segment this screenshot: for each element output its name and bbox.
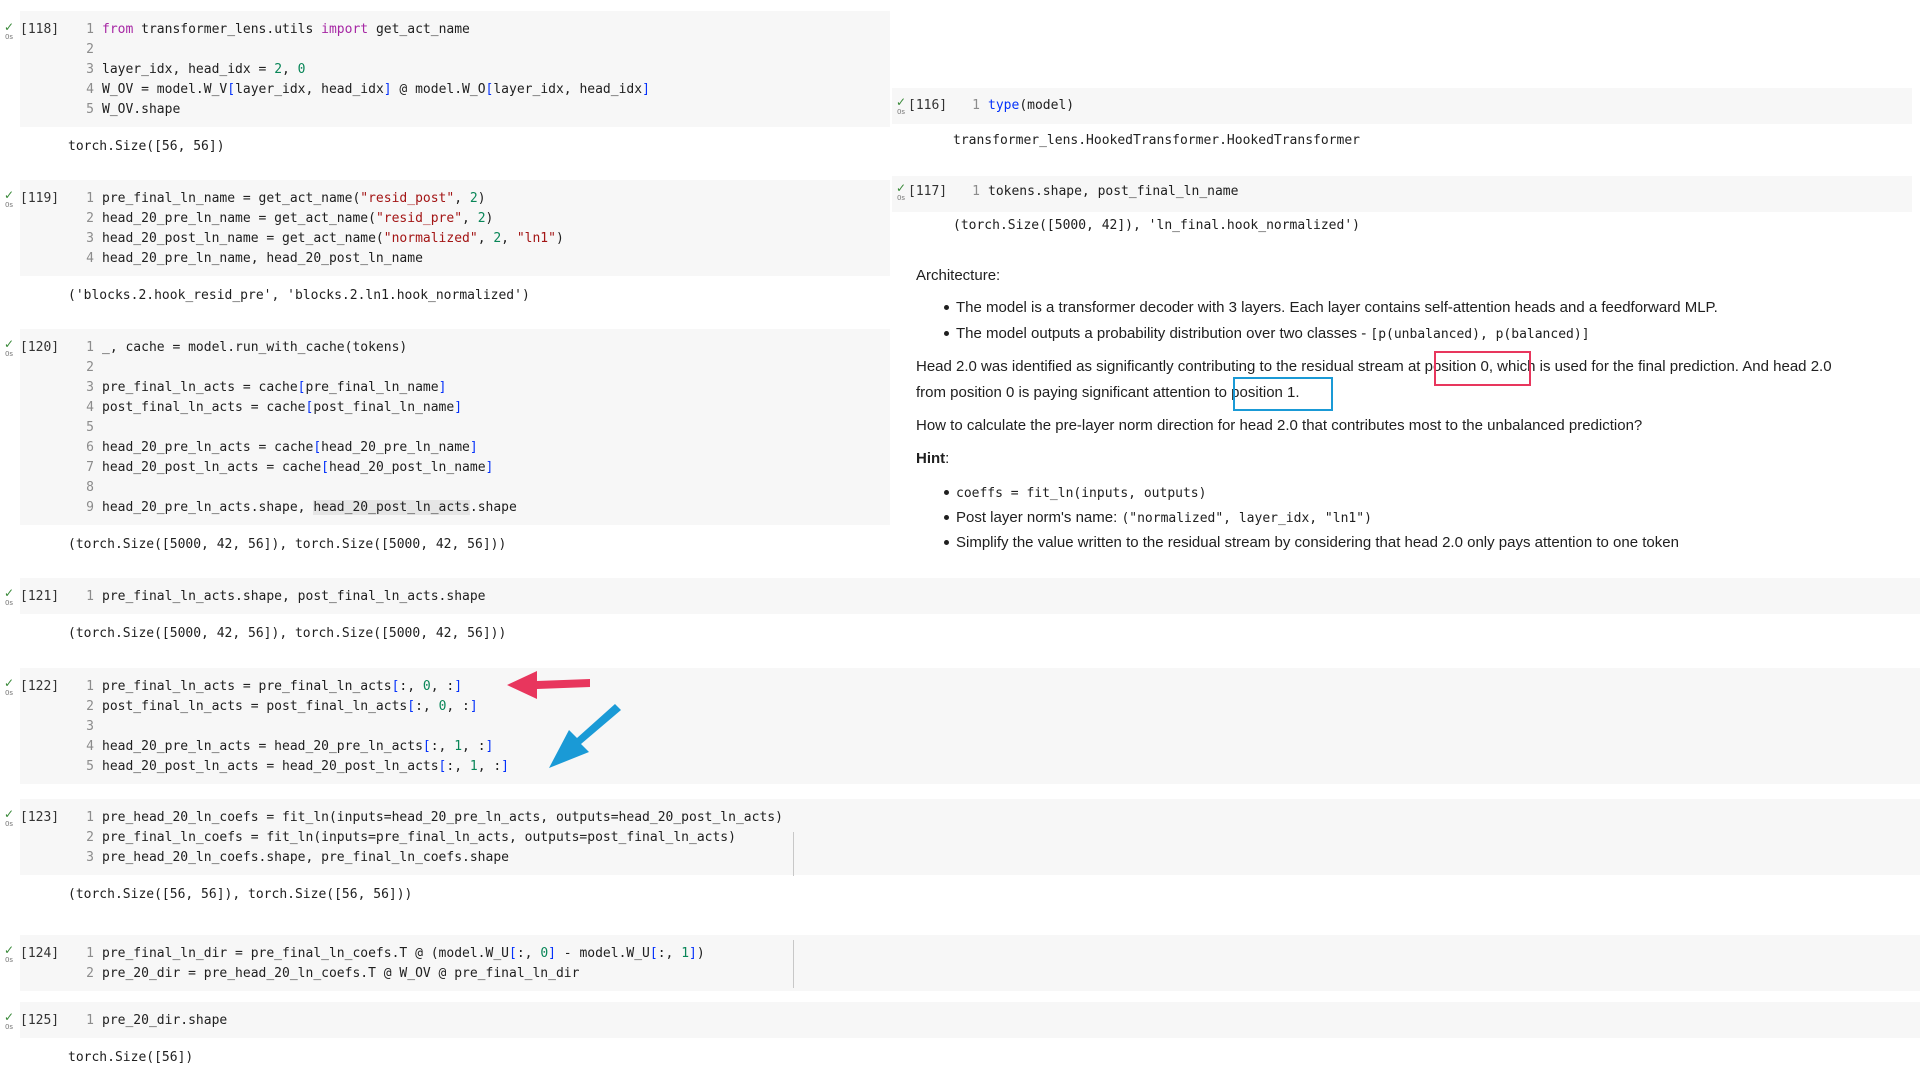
bullet [944, 305, 949, 310]
run-status: ✓ 0s [3, 337, 15, 358]
cell-output: transformer_lens.HookedTransformer.Hooke… [953, 133, 1360, 148]
code-line: 1 pre_final_ln_dir = pre_final_ln_coefs.T… [86, 946, 705, 961]
execution-count: [125] [20, 1013, 60, 1028]
code-line: 9 head_20_pre_ln_acts.shape, head_20_post… [86, 500, 517, 515]
run-status: ✓ 0s [3, 20, 15, 41]
blue-highlight-box [1233, 377, 1333, 411]
cell-output: (torch.Size([5000, 42]), 'ln_final.hook_… [953, 218, 1360, 233]
code-line: 3 [86, 719, 94, 734]
code-line: 1 pre_head_20_ln_coefs = fit_ln(inputs=he… [86, 810, 783, 825]
run-status: ✓ 0s [3, 807, 15, 828]
execution-count: [116] [908, 98, 948, 113]
run-status: ✓ 0s [895, 95, 907, 116]
code-line: 4 W_OV = model.W_V[layer_idx, head_idx] @… [86, 82, 650, 97]
code-editor[interactable] [20, 329, 890, 525]
cell-output: ('blocks.2.hook_resid_pre', 'blocks.2.ln… [68, 288, 530, 303]
run-status: ✓ 0s [3, 943, 15, 964]
code-line: 5 [86, 420, 94, 435]
code-editor[interactable] [20, 1002, 1920, 1038]
code-line: 1 pre_final_ln_acts = pre_final_ln_acts[:… [86, 679, 463, 694]
markdown-heading: Architecture: [916, 267, 1001, 284]
execution-count: [118] [20, 22, 60, 37]
bullet [944, 331, 949, 336]
execution-count: [122] [20, 679, 60, 694]
code-line: 1 pre_final_ln_name = get_act_name("resid… [86, 191, 486, 206]
bullet [944, 515, 949, 520]
code-line: 5 W_OV.shape [86, 102, 181, 117]
code-line: 1 from transformer_lens.utils import get_… [86, 22, 470, 37]
markdown-bullet: The model outputs a probability distribu… [956, 325, 1590, 342]
code-line: 7 head_20_post_ln_acts = cache[head_20_po… [86, 460, 494, 475]
run-status: ✓ 0s [3, 188, 15, 209]
run-status: ✓ 0s [3, 676, 15, 697]
cell-output: (torch.Size([5000, 42, 56]), torch.Size(… [68, 537, 507, 552]
red-arrow-annotation [507, 671, 590, 699]
code-line: 2 head_20_pre_ln_name = get_act_name("res… [86, 211, 494, 226]
code-line: 3 head_20_post_ln_name = get_act_name("no… [86, 231, 564, 246]
code-line: 6 head_20_pre_ln_acts = cache[head_20_pre… [86, 440, 478, 455]
markdown-bullet: Simplify the value written to the residu… [956, 534, 1679, 551]
cell-output: torch.Size([56, 56]) [68, 139, 225, 154]
cell-output: (torch.Size([5000, 42, 56]), torch.Size(… [68, 626, 507, 641]
bullet [944, 540, 949, 545]
markdown-bullet: The model is a transformer decoder with … [956, 299, 1718, 316]
code-line: 4 post_final_ln_acts = cache[post_final_l… [86, 400, 463, 415]
markdown-paragraph: Head 2.0 was identified as significantly… [916, 358, 1832, 375]
code-line: 2 [86, 360, 94, 375]
code-line: 2 post_final_ln_acts = post_final_ln_acts… [86, 699, 478, 714]
markdown-paragraph: How to calculate the pre-layer norm dire… [916, 417, 1643, 434]
code-line: 1 tokens.shape, post_final_ln_name [972, 184, 1239, 199]
code-line: 2 pre_final_ln_coefs = fit_ln(inputs=pre_… [86, 830, 736, 845]
code-line: 8 [86, 480, 94, 495]
red-highlight-box [1434, 351, 1531, 386]
run-status: ✓ 0s [3, 586, 15, 607]
code-line: 3 layer_idx, head_idx = 2, 0 [86, 62, 306, 77]
cell-output: torch.Size([56]) [68, 1050, 194, 1065]
ruler-line [793, 940, 794, 988]
execution-count: [123] [20, 810, 60, 825]
execution-count: [124] [20, 946, 60, 961]
markdown-bullet: coeffs = fit_ln(inputs, outputs) [956, 486, 1207, 501]
ruler-line [793, 832, 794, 876]
bullet [944, 490, 949, 495]
execution-count: [120] [20, 340, 60, 355]
code-line: 3 pre_final_ln_acts = cache[pre_final_ln_… [86, 380, 447, 395]
run-status: ✓ 0s [3, 1010, 15, 1031]
code-line: 3 pre_head_20_ln_coefs.shape, pre_final_l… [86, 850, 509, 865]
code-line: 1 _, cache = model.run_with_cache(tokens) [86, 340, 408, 355]
execution-count: [121] [20, 589, 60, 604]
code-line: 2 [86, 42, 94, 57]
code-line: 1 type(model) [972, 98, 1075, 113]
execution-count: [119] [20, 191, 60, 206]
run-status: ✓ 0s [895, 181, 907, 202]
blue-arrow-annotation [549, 704, 621, 768]
markdown-bullet: Post layer norm's name: ("normalized", l… [956, 509, 1372, 526]
code-line: 4 head_20_pre_ln_name, head_20_post_ln_na… [86, 251, 423, 266]
code-line: 1 pre_final_ln_acts.shape, post_final_ln_… [86, 589, 486, 604]
code-line: 2 pre_20_dir = pre_head_20_ln_coefs.T @ W… [86, 966, 580, 981]
cell-output: (torch.Size([56, 56]), torch.Size([56, 5… [68, 887, 413, 902]
markdown-hint-label: Hint: [916, 450, 950, 467]
execution-count: [117] [908, 184, 948, 199]
code-line: 1 pre_20_dir.shape [86, 1013, 228, 1028]
code-line: 5 head_20_post_ln_acts = head_20_post_ln_… [86, 759, 509, 774]
code-line: 4 head_20_pre_ln_acts = head_20_pre_ln_ac… [86, 739, 494, 754]
